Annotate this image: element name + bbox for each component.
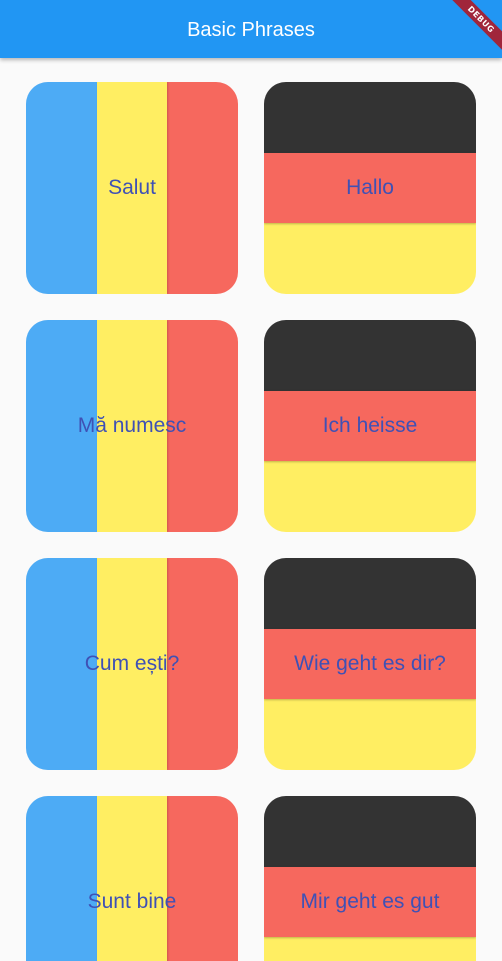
phrase-card-german-2[interactable]: Ich heisse [264, 320, 476, 532]
page-title: Basic Phrases [187, 19, 315, 41]
phrase-label-romanian: Mă numesc [77, 414, 187, 437]
phrase-label-german: Ich heisse [322, 414, 418, 437]
phrase-card-german-3[interactable]: Wie geht es dir? [264, 558, 476, 770]
phrase-label-romanian: Cum ești? [84, 652, 180, 675]
debug-label: DEBUG [446, 0, 502, 54]
phrase-card-romanian-1[interactable]: Salut [26, 82, 238, 294]
phrase-label-romanian: Sunt bine [87, 890, 177, 913]
phrase-card-romanian-4[interactable]: Sunt bine [26, 796, 238, 961]
phrase-grid: Salut Hallo Mă numesc Ich heisse Cum eșt… [0, 58, 502, 961]
phrase-card-german-1[interactable]: Hallo [264, 82, 476, 294]
debug-banner: DEBUG [442, 0, 502, 60]
phrase-card-german-4[interactable]: Mir geht es gut [264, 796, 476, 961]
phrase-label-romanian: Salut [108, 176, 156, 199]
phrase-label-german: Wie geht es dir? [294, 652, 446, 675]
phrase-card-romanian-2[interactable]: Mă numesc [26, 320, 238, 532]
phrase-label-german: Mir geht es gut [300, 890, 440, 913]
phrase-label-german: Hallo [346, 176, 394, 199]
app-bar: Basic Phrases [0, 0, 502, 58]
phrase-card-romanian-3[interactable]: Cum ești? [26, 558, 238, 770]
